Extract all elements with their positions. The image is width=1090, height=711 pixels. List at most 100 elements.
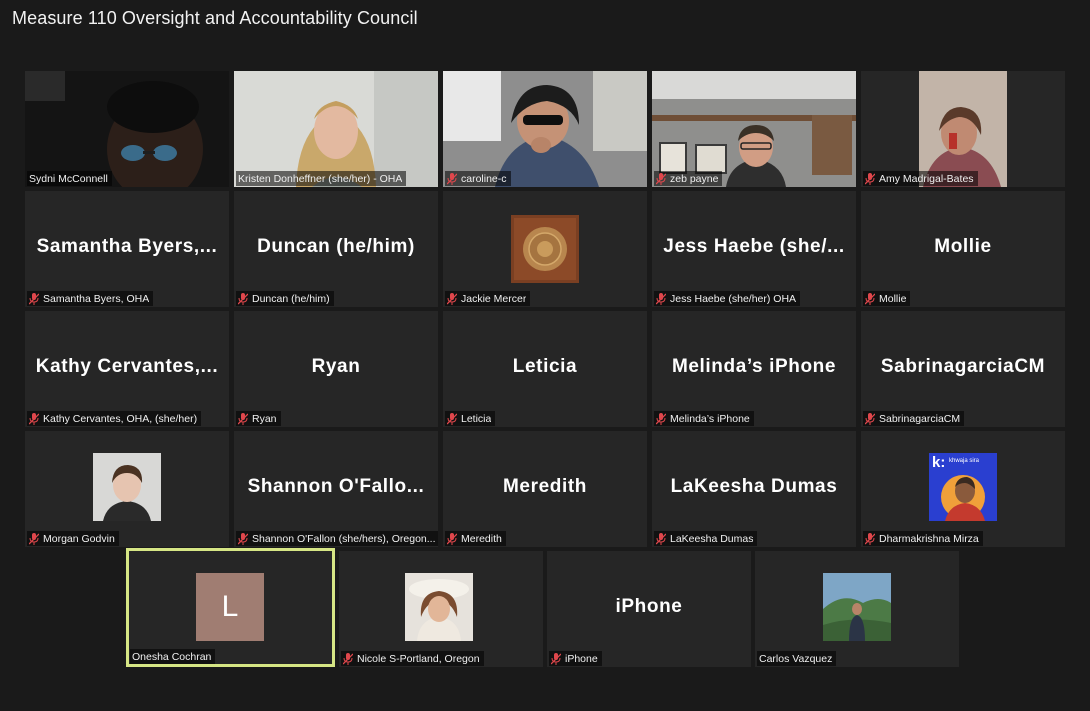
participant-display-name: LaKeesha Dumas <box>670 476 838 497</box>
muted-mic-icon <box>656 412 666 425</box>
participant-name-bar: Kristen Donheffner (she/her) - OHA <box>236 171 407 186</box>
participant-name-bar: Shannon O'Fallon (she/hers), Oregon... <box>236 531 438 546</box>
participant-name-bar: Leticia <box>445 411 496 426</box>
participant-name-bar: Samantha Byers, OHA <box>27 291 154 306</box>
participant-tile-onesha-active-speaker[interactable]: L Onesha Cochran <box>126 548 335 667</box>
profile-photo <box>823 573 891 641</box>
participant-name-bar: iPhone <box>549 651 602 666</box>
muted-mic-icon <box>447 172 457 185</box>
muted-mic-icon <box>656 292 666 305</box>
muted-mic-icon <box>238 292 248 305</box>
participant-display-name: Mollie <box>934 236 992 257</box>
muted-mic-icon <box>656 172 666 185</box>
participant-tile-mollie[interactable]: Mollie Mollie <box>861 191 1065 307</box>
participant-name: Leticia <box>461 412 492 425</box>
participant-display-name: Kathy Cervantes,... <box>35 356 219 377</box>
participant-tile-shannon[interactable]: Shannon O'Fallo... Shannon O'Fallon (she… <box>234 431 438 547</box>
participant-name: Nicole S-Portland, Oregon <box>357 652 480 665</box>
video-feed <box>25 71 229 187</box>
participant-name: Onesha Cochran <box>132 650 212 663</box>
muted-mic-icon <box>29 412 39 425</box>
participant-tile-amy[interactable]: Amy Madrigal-Bates <box>861 71 1065 187</box>
profile-photo <box>93 453 161 521</box>
participant-tile-duncan[interactable]: Duncan (he/him) Duncan (he/him) <box>234 191 438 307</box>
participant-name-bar: Dharmakrishna Mirza <box>863 531 983 546</box>
participant-tile-jess[interactable]: Jess Haebe (she/... Jess Haebe (she/her)… <box>652 191 856 307</box>
video-feed <box>861 71 1065 187</box>
participant-display-name: Leticia <box>512 356 578 377</box>
participant-display-name: Meredith <box>503 476 587 497</box>
badge-letter: k: <box>932 454 946 471</box>
participant-tile-sabrina[interactable]: SabrinagarciaCM SabrinagarciaCM <box>861 311 1065 427</box>
participant-tile-carlos[interactable]: Carlos Vazquez <box>755 551 959 667</box>
participant-name-bar: Duncan (he/him) <box>236 291 334 306</box>
participant-name: Mollie <box>879 292 907 305</box>
badge-text: khwaja sira <box>949 458 980 464</box>
participant-tile-leticia[interactable]: Leticia Leticia <box>443 311 647 427</box>
participant-tile-meredith[interactable]: Meredith Meredith <box>443 431 647 547</box>
participant-name-bar: Nicole S-Portland, Oregon <box>341 651 484 666</box>
video-feed <box>234 71 438 187</box>
seal-image <box>511 215 579 283</box>
participant-name: Jess Haebe (she/her) OHA <box>670 292 797 305</box>
participant-tile-nicole[interactable]: Nicole S-Portland, Oregon <box>339 551 543 667</box>
muted-mic-icon <box>29 292 39 305</box>
participant-grid: Sydni McConnell Kristen Donheffner (she/… <box>0 0 1090 711</box>
participant-name-bar: Melinda’s iPhone <box>654 411 754 426</box>
muted-mic-icon <box>238 412 248 425</box>
participant-name: iPhone <box>565 652 598 665</box>
muted-mic-icon <box>238 532 248 545</box>
participant-tile-melinda[interactable]: Melinda’s iPhone Melinda’s iPhone <box>652 311 856 427</box>
participant-display-name: Duncan (he/him) <box>257 236 415 257</box>
participant-name-bar: Mollie <box>863 291 911 306</box>
muted-mic-icon <box>343 652 353 665</box>
video-feed <box>652 71 856 187</box>
participant-tile-dharmakrishna[interactable]: k: khwaja sira Dharmakrishna Mirza <box>861 431 1065 547</box>
participant-name: Jackie Mercer <box>461 292 527 305</box>
muted-mic-icon <box>447 412 457 425</box>
participant-tile-jackie[interactable]: Jackie Mercer <box>443 191 647 307</box>
participant-name-bar: Jess Haebe (she/her) OHA <box>654 291 801 306</box>
participant-name: Meredith <box>461 532 502 545</box>
participant-tile-sydni[interactable]: Sydni McConnell <box>25 71 229 187</box>
participant-name-bar: Morgan Godvin <box>27 531 119 546</box>
participant-tile-morgan[interactable]: Morgan Godvin <box>25 431 229 547</box>
participant-name: Ryan <box>252 412 277 425</box>
participant-tile-lakeesha[interactable]: LaKeesha Dumas LaKeesha Dumas <box>652 431 856 547</box>
muted-mic-icon <box>29 532 39 545</box>
participant-tile-kristen[interactable]: Kristen Donheffner (she/her) - OHA <box>234 71 438 187</box>
participant-name: Amy Madrigal-Bates <box>879 172 974 185</box>
participant-tile-ryan[interactable]: Ryan Ryan <box>234 311 438 427</box>
participant-name: Shannon O'Fallon (she/hers), Oregon... <box>252 532 436 545</box>
participant-display-name: Melinda’s iPhone <box>671 356 837 377</box>
profile-photo <box>405 573 473 641</box>
avatar: L <box>196 573 264 641</box>
participant-tile-zeb[interactable]: zeb payne <box>652 71 856 187</box>
participant-name-bar: Onesha Cochran <box>130 649 216 664</box>
participant-name-bar: LaKeesha Dumas <box>654 531 758 546</box>
participant-tile-samantha[interactable]: Samantha Byers,... Samantha Byers, OHA <box>25 191 229 307</box>
participant-display-name: Jess Haebe (she/... <box>663 236 845 257</box>
participant-name-bar: zeb payne <box>654 171 723 186</box>
muted-mic-icon <box>865 292 875 305</box>
participant-name-bar: SabrinagarciaCM <box>863 411 965 426</box>
participant-name-bar: Kathy Cervantes, OHA, (she/her) <box>27 411 202 426</box>
muted-mic-icon <box>447 532 457 545</box>
participant-display-name: Shannon O'Fallo... <box>247 476 425 497</box>
participant-name: Sydni McConnell <box>29 172 108 185</box>
participant-name: Carlos Vazquez <box>759 652 833 665</box>
muted-mic-icon <box>865 172 875 185</box>
participant-tile-kathy[interactable]: Kathy Cervantes,... Kathy Cervantes, OHA… <box>25 311 229 427</box>
participant-display-name: Samantha Byers,... <box>36 236 218 257</box>
participant-name: Kristen Donheffner (she/her) - OHA <box>238 172 403 185</box>
profile-graphic: k: khwaja sira <box>929 453 997 521</box>
participant-tile-caroline[interactable]: caroline-c <box>443 71 647 187</box>
participant-name: zeb payne <box>670 172 719 185</box>
muted-mic-icon <box>656 532 666 545</box>
muted-mic-icon <box>551 652 561 665</box>
participant-name: Samantha Byers, OHA <box>43 292 150 305</box>
participant-tile-iphone[interactable]: iPhone iPhone <box>547 551 751 667</box>
participant-name-bar: Jackie Mercer <box>445 291 531 306</box>
participant-name-bar: Carlos Vazquez <box>757 651 837 666</box>
participant-name: Dharmakrishna Mirza <box>879 532 979 545</box>
